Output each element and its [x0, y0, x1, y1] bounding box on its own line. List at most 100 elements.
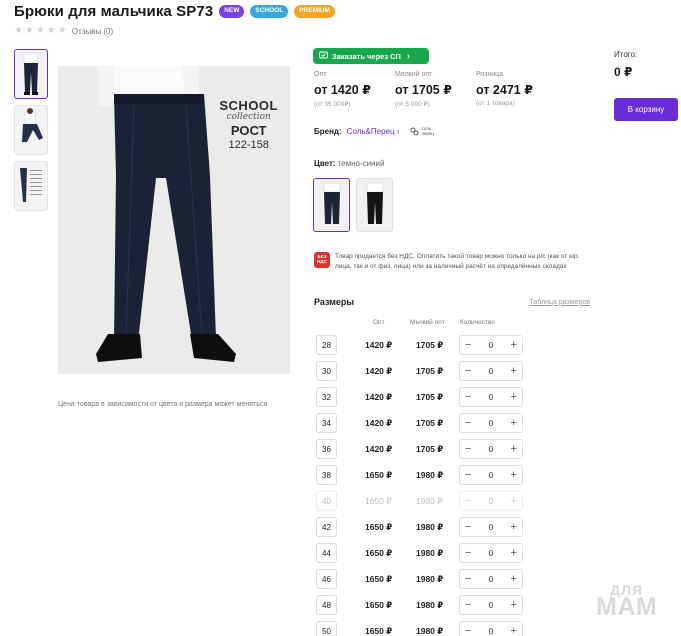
quantity-stepper: − 0 +: [459, 387, 523, 407]
price-tiers: Опт от 1420 ₽ (от 35 000₽) Мелкий опт от…: [314, 71, 557, 108]
plus-button[interactable]: +: [511, 599, 517, 611]
brand-row: Бренд: Соль&Перец › соль перец: [314, 126, 435, 137]
size-row: 38 1650 ₽ 1980 ₽ − 0 +: [0, 462, 681, 488]
total-label: Итого:: [614, 50, 638, 59]
add-to-cart-button[interactable]: В корзину: [614, 98, 678, 121]
plus-button[interactable]: +: [511, 443, 517, 455]
size-row: 42 1650 ₽ 1980 ₽ − 0 +: [0, 514, 681, 540]
minus-button[interactable]: −: [465, 469, 471, 481]
plus-button[interactable]: +: [511, 469, 517, 481]
quantity-stepper: − 0 +: [459, 621, 523, 636]
thumbnail-3[interactable]: [14, 161, 48, 211]
quantity-value[interactable]: 0: [489, 497, 493, 506]
minus-button[interactable]: −: [465, 443, 471, 455]
plus-button[interactable]: +: [511, 391, 517, 403]
minus-button[interactable]: −: [465, 339, 471, 351]
plus-button[interactable]: +: [511, 573, 517, 585]
minus-button[interactable]: −: [465, 495, 471, 507]
plus-button[interactable]: +: [511, 625, 517, 636]
plus-button[interactable]: +: [511, 339, 517, 351]
size-opt-price: 1420 ₽: [365, 418, 393, 428]
quantity-stepper: − 0 +: [459, 543, 523, 563]
size-small-opt-price: 1705 ₽: [416, 340, 444, 350]
size-value: 32: [316, 387, 337, 407]
size-small-opt-price: 1980 ₽: [416, 522, 444, 532]
rating: ★ ★ ★ ★ ★ Отзывы (0): [14, 26, 113, 36]
minus-button[interactable]: −: [465, 573, 471, 585]
quantity-value[interactable]: 0: [489, 575, 493, 584]
quantity-value[interactable]: 0: [489, 523, 493, 532]
minus-button[interactable]: −: [465, 365, 471, 377]
color-row: Цвет: темно-синий: [314, 159, 385, 168]
size-chart-link[interactable]: Таблица размеров: [529, 299, 590, 306]
quantity-value[interactable]: 0: [489, 419, 493, 428]
sizes-header: Размеры Таблица размеров: [314, 297, 590, 307]
size-value: 48: [316, 595, 337, 615]
col-small-opt: Мелкий опт: [410, 319, 445, 326]
size-row: 40 1650 ₽ 1980 ₽ − 0 +: [0, 488, 681, 514]
plus-button[interactable]: +: [511, 495, 517, 507]
sitting-boy-thumbnail-icon: [22, 108, 43, 142]
size-chart-thumbnail-icon: [20, 168, 42, 202]
quantity-stepper: − 0 +: [459, 595, 523, 615]
minus-button[interactable]: −: [465, 417, 471, 429]
reviews-link[interactable]: Отзывы (0): [72, 27, 113, 36]
size-small-opt-price: 1980 ₽: [416, 574, 444, 584]
size-row: 44 1650 ₽ 1980 ₽ − 0 +: [0, 540, 681, 566]
plus-button[interactable]: +: [511, 417, 517, 429]
size-opt-price: 1650 ₽: [365, 574, 393, 584]
size-row: 30 1420 ₽ 1705 ₽ − 0 +: [0, 358, 681, 384]
quantity-value[interactable]: 0: [489, 471, 493, 480]
size-value: 40: [316, 491, 337, 511]
star-icon: ★: [24, 25, 34, 36]
quantity-stepper: − 0 +: [459, 413, 523, 433]
quantity-value[interactable]: 0: [489, 627, 493, 636]
quantity-stepper: − 0 +: [459, 439, 523, 459]
thumbnail-1[interactable]: [14, 49, 48, 99]
quantity-value[interactable]: 0: [489, 393, 493, 402]
thumbnail-2[interactable]: [14, 105, 48, 155]
size-row: 32 1420 ₽ 1705 ₽ − 0 +: [0, 384, 681, 410]
size-opt-price: 1650 ₽: [365, 600, 393, 610]
size-row: 48 1650 ₽ 1980 ₽ − 0 +: [0, 592, 681, 618]
main-product-image[interactable]: SCHOOL collection РОСТ 122-158: [58, 66, 290, 374]
size-opt-price: 1650 ₽: [365, 496, 392, 506]
quantity-value[interactable]: 0: [489, 601, 493, 610]
minus-button[interactable]: −: [465, 391, 471, 403]
star-icon: ★: [35, 25, 45, 36]
size-opt-price: 1650 ₽: [365, 470, 393, 480]
photo-caption: SCHOOL collection РОСТ 122-158: [219, 98, 278, 151]
quantity-stepper: − 0 +: [459, 491, 523, 511]
order-via-sp-button[interactable]: Заказать через СП ›: [313, 48, 429, 64]
quantity-value[interactable]: 0: [489, 367, 493, 376]
quantity-stepper: − 0 +: [459, 569, 523, 589]
trousers-swatch-icon: [323, 182, 340, 224]
swatch-black[interactable]: [356, 178, 393, 232]
minus-button[interactable]: −: [465, 521, 471, 533]
minus-button[interactable]: −: [465, 547, 471, 559]
badge-school: SCHOOL: [250, 5, 289, 18]
price-wholesale: Опт от 1420 ₽ (от 35 000₽): [314, 71, 371, 108]
brand-link[interactable]: Соль&Перец ›: [347, 127, 400, 136]
plus-button[interactable]: +: [511, 365, 517, 377]
color-swatches: [313, 178, 393, 232]
size-small-opt-price: 1980 ₽: [416, 470, 444, 480]
size-opt-price: 1420 ₽: [365, 366, 393, 376]
quantity-value[interactable]: 0: [489, 445, 493, 454]
trousers-swatch-icon: [366, 182, 383, 224]
minus-button[interactable]: −: [465, 599, 471, 611]
total-value: 0 ₽: [614, 65, 633, 79]
star-icon: ★: [14, 25, 23, 36]
quantity-value[interactable]: 0: [489, 549, 493, 558]
plus-button[interactable]: +: [511, 547, 517, 559]
price-small-wholesale: Мелкий опт от 1705 ₽ (от 5 000 ₽): [395, 71, 452, 108]
size-small-opt-price: 1705 ₽: [416, 392, 444, 402]
plus-button[interactable]: +: [511, 521, 517, 533]
thumbnail-list: [14, 49, 48, 211]
swatch-dark-blue[interactable]: [313, 178, 350, 232]
size-small-opt-price: 1705 ₽: [416, 366, 444, 376]
minus-button[interactable]: −: [465, 625, 471, 636]
star-icon: ★: [57, 25, 67, 36]
size-row: 46 1650 ₽ 1980 ₽ − 0 +: [0, 566, 681, 592]
quantity-value[interactable]: 0: [489, 341, 493, 350]
